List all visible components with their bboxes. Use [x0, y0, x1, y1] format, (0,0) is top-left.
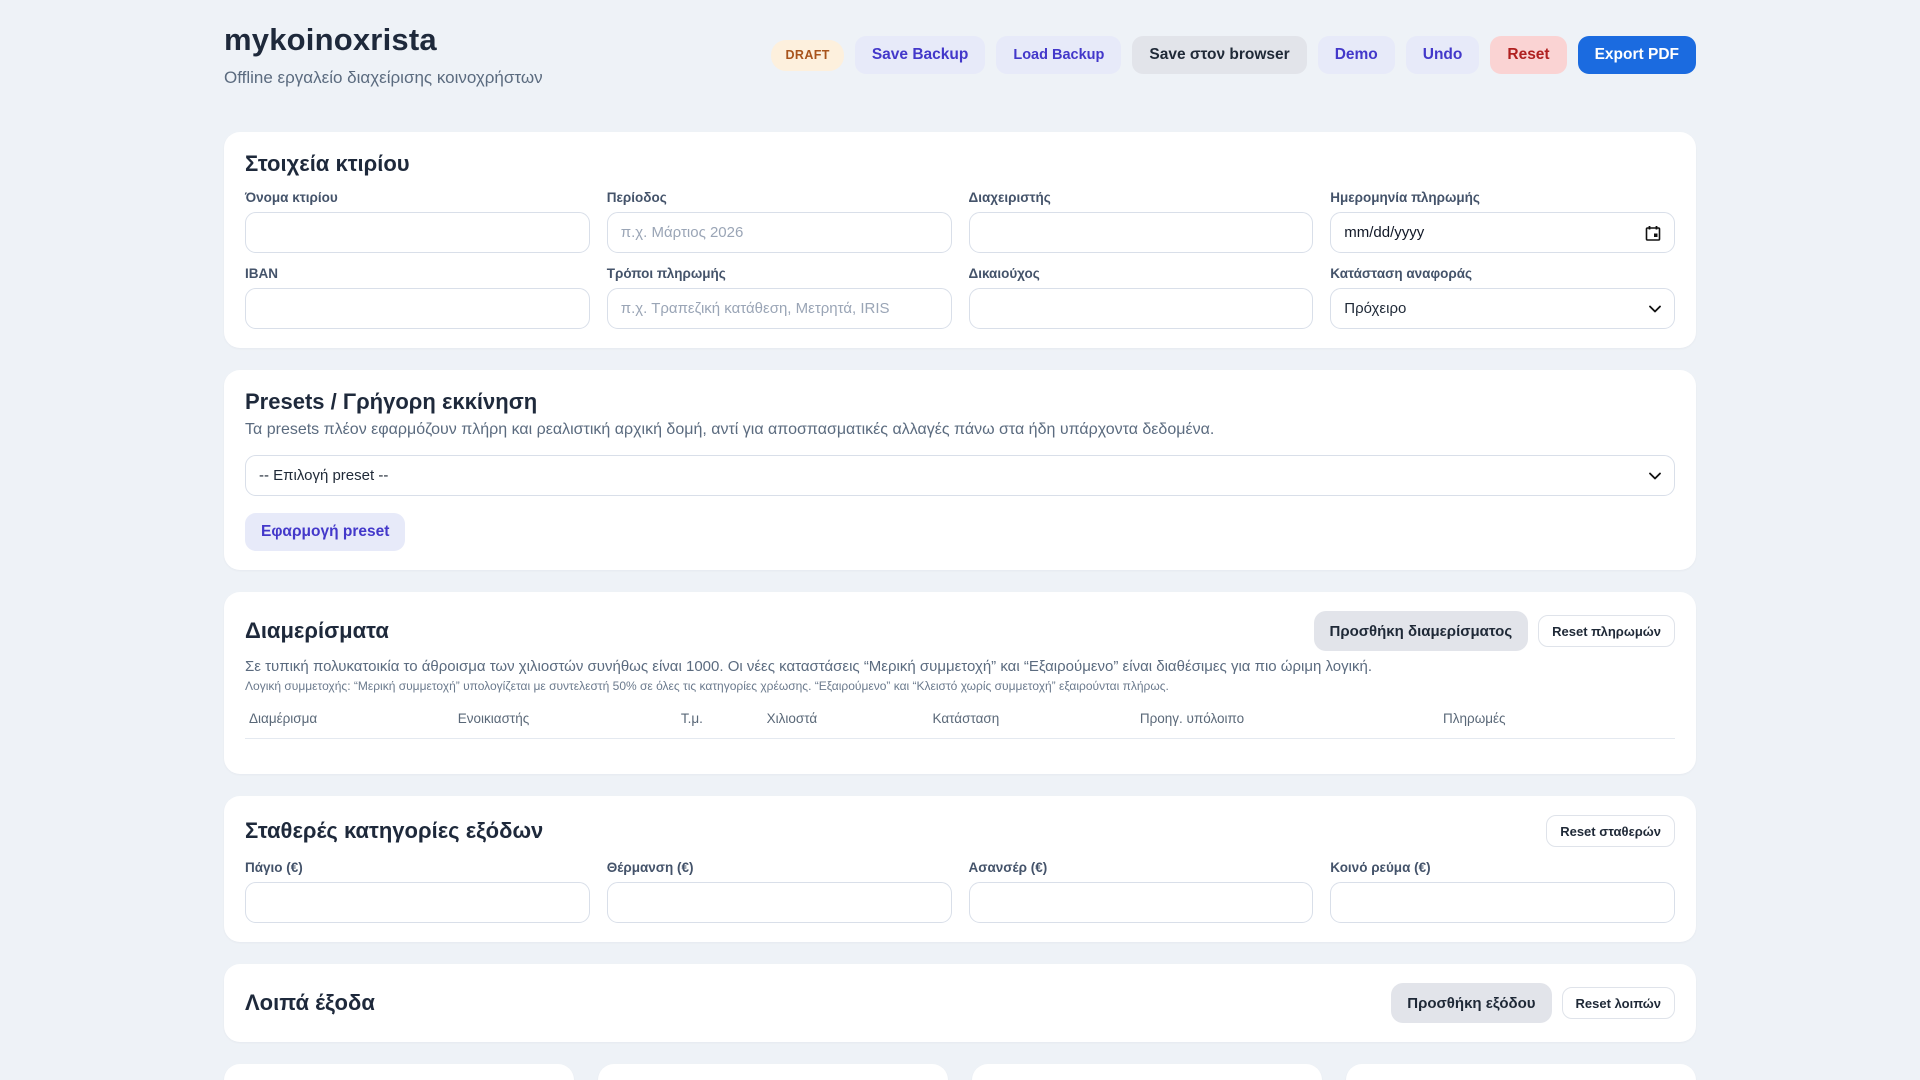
- preset-select-value: -- Επιλογή preset --: [259, 467, 389, 484]
- fixed-expenses-card: Σταθερές κατηγορίες εξόδων Reset σταθερώ…: [224, 796, 1696, 942]
- page-container: mykoinoxrista Offline εργαλείο διαχείρισ…: [224, 0, 1696, 1080]
- manager-input[interactable]: [968, 212, 1314, 253]
- apartments-card-head: Διαμερίσματα Προσθήκη διαμερίσματος Rese…: [245, 611, 1675, 651]
- preset-select[interactable]: -- Επιλογή preset --: [245, 455, 1675, 496]
- summary-card-apartments: Διαμερίσματα 0: [224, 1064, 574, 1080]
- iban-input[interactable]: [245, 288, 590, 329]
- report-status-label: Κατάσταση αναφοράς: [1330, 266, 1473, 281]
- chevron-down-icon: [1649, 472, 1661, 479]
- fixed-expenses-card-title: Σταθερές κατηγορίες εξόδων: [245, 818, 544, 843]
- iban-label: IBAN: [245, 266, 278, 281]
- apartments-description: Σε τυπική πολυκατοικία το άθροισμα των χ…: [245, 658, 1372, 675]
- presets-card: Presets / Γρήγορη εκκίνηση Τα presets πλ…: [224, 370, 1696, 570]
- reset-button[interactable]: Reset: [1490, 36, 1567, 74]
- column-header-sqm: Τ.μ.: [676, 707, 763, 739]
- chevron-down-icon: [1649, 305, 1661, 312]
- beneficiary-input[interactable]: [968, 288, 1314, 329]
- apartments-card-title: Διαμερίσματα: [245, 618, 389, 643]
- heating-input[interactable]: [606, 882, 952, 923]
- payment-date-field: Ημερομηνία πληρωμής mm/dd/yyyy: [1330, 190, 1675, 253]
- standing-charge-input[interactable]: [245, 882, 590, 923]
- demo-button[interactable]: Demo: [1317, 36, 1395, 74]
- manager-field: Διαχειριστής: [968, 190, 1314, 253]
- heating-field: Θέρμανση (€): [606, 860, 952, 923]
- beneficiary-field: Δικαιούχος: [968, 266, 1314, 329]
- payment-methods-field: Τρόποι πληρωμής: [606, 266, 952, 329]
- column-header-status: Κατάσταση: [928, 707, 1136, 739]
- apply-preset-button[interactable]: Εφαρμογή preset: [245, 513, 406, 551]
- apartments-table-header-row: Διαμέρισμα Ενοικιαστής Τ.μ. Χιλιοστά Κατ…: [245, 707, 1675, 739]
- elevator-label: Ασανσέρ (€): [968, 860, 1048, 875]
- page-subtitle: Offline εργαλείο διαχείρισης κοινοχρήστω…: [224, 68, 543, 87]
- presets-card-title: Presets / Γρήγορη εκκίνηση: [245, 389, 538, 414]
- apartments-head-buttons: Προσθήκη διαμερίσματος Reset πληρωμών: [1313, 611, 1675, 651]
- common-electricity-label: Κοινό ρεύμα (€): [1330, 860, 1431, 875]
- column-header-prev-balance: Προηγ. υπόλοιπο: [1135, 707, 1440, 739]
- column-header-thousandths: Χιλιοστά: [762, 707, 929, 739]
- payment-date-value: mm/dd/yyyy: [1344, 224, 1425, 241]
- building-name-field: Όνομα κτιρίου: [245, 190, 590, 253]
- summary-card-total-charges: Σύνολο νέων χρεώσεων 0,00 €: [972, 1064, 1322, 1080]
- iban-field: IBAN: [245, 266, 590, 329]
- other-expenses-head-buttons: Προσθήκη εξόδου Reset λοιπών: [1391, 983, 1675, 1023]
- period-field: Περίοδος: [606, 190, 952, 253]
- save-backup-button[interactable]: Save Backup: [854, 36, 986, 74]
- column-header-apartment: Διαμέρισμα: [245, 707, 454, 739]
- status-badge: DRAFT: [771, 39, 844, 71]
- fixed-expenses-grid: Πάγιο (€) Θέρμανση (€) Ασανσέρ (€) Κοινό…: [245, 847, 1675, 923]
- standing-charge-field: Πάγιο (€): [245, 860, 590, 923]
- building-name-label: Όνομα κτιρίου: [245, 190, 338, 205]
- elevator-field: Ασανσέρ (€): [968, 860, 1314, 923]
- app-header: mykoinoxrista Offline εργαλείο διαχείρισ…: [224, 22, 1696, 88]
- save-browser-button[interactable]: Save στον browser: [1132, 36, 1307, 74]
- summary-card-total-thousandths: Σύνολο χιλιοστών 0 Συνήθως πρέπει να είν…: [1346, 1064, 1696, 1080]
- calendar-icon: [1645, 225, 1661, 241]
- add-expense-button[interactable]: Προσθήκη εξόδου: [1391, 983, 1552, 1023]
- reset-payments-button[interactable]: Reset πληρωμών: [1538, 615, 1675, 647]
- header-actions: DRAFT Save Backup Load Backup Save στον …: [771, 36, 1696, 74]
- fixed-expenses-card-head: Σταθερές κατηγορίες εξόδων Reset σταθερώ…: [245, 815, 1675, 847]
- manager-label: Διαχειριστής: [968, 190, 1051, 205]
- column-header-payments: Πληρωμές: [1439, 707, 1675, 739]
- presets-description: Τα presets πλέον εφαρμόζουν πλήρη και ρε…: [245, 421, 1215, 438]
- other-expenses-card-head: Λοιπά έξοδα Προσθήκη εξόδου Reset λοιπών: [245, 983, 1675, 1023]
- report-status-value: Πρόχειρο: [1344, 300, 1407, 317]
- app-header-text: mykoinoxrista Offline εργαλείο διαχείρισ…: [224, 22, 543, 88]
- beneficiary-label: Δικαιούχος: [968, 266, 1040, 281]
- report-status-field: Κατάσταση αναφοράς Πρόχειρο: [1330, 266, 1675, 329]
- building-name-input[interactable]: [245, 212, 590, 253]
- apartments-card: Διαμερίσματα Προσθήκη διαμερίσματος Rese…: [224, 592, 1696, 774]
- common-electricity-field: Κοινό ρεύμα (€): [1330, 860, 1675, 923]
- add-apartment-button[interactable]: Προσθήκη διαμερίσματος: [1313, 611, 1529, 651]
- payment-methods-input[interactable]: [606, 288, 952, 329]
- export-pdf-button[interactable]: Export PDF: [1577, 36, 1696, 74]
- report-status-select[interactable]: Πρόχειρο: [1330, 288, 1675, 329]
- reset-other-button[interactable]: Reset λοιπών: [1561, 987, 1675, 1019]
- apartments-table: Διαμέρισμα Ενοικιαστής Τ.μ. Χιλιοστά Κατ…: [245, 707, 1675, 739]
- undo-button[interactable]: Undo: [1405, 36, 1480, 74]
- load-backup-button[interactable]: Load Backup: [996, 36, 1122, 74]
- payment-methods-label: Τρόποι πληρωμής: [606, 266, 726, 281]
- building-details-card: Στοιχεία κτιρίου Όνομα κτιρίου Περίοδος …: [224, 132, 1696, 348]
- apartments-table-empty-space: [245, 739, 1675, 755]
- building-fields-grid: Όνομα κτιρίου Περίοδος Διαχειριστής Ημερ…: [245, 177, 1675, 329]
- other-expenses-card-title: Λοιπά έξοδα: [245, 990, 375, 1015]
- period-label: Περίοδος: [606, 190, 667, 205]
- summary-row: Διαμερίσματα 0 Λοιπά έξοδα 0 Σύνολο νέων…: [224, 1064, 1696, 1080]
- reset-fixed-button[interactable]: Reset σταθερών: [1546, 815, 1675, 847]
- period-input[interactable]: [606, 212, 952, 253]
- building-card-title: Στοιχεία κτιρίου: [245, 151, 410, 176]
- page-title: mykoinoxrista: [224, 22, 437, 57]
- standing-charge-label: Πάγιο (€): [245, 860, 303, 875]
- apartments-note: Λογική συμμετοχής: “Μερική συμμετοχή” υπ…: [245, 679, 1169, 693]
- payment-date-label: Ημερομηνία πληρωμής: [1330, 190, 1480, 205]
- summary-card-other-expenses: Λοιπά έξοδα 0: [598, 1064, 948, 1080]
- other-expenses-card: Λοιπά έξοδα Προσθήκη εξόδου Reset λοιπών: [224, 964, 1696, 1042]
- elevator-input[interactable]: [968, 882, 1314, 923]
- column-header-tenant: Ενοικιαστής: [453, 707, 677, 739]
- common-electricity-input[interactable]: [1330, 882, 1675, 923]
- heating-label: Θέρμανση (€): [606, 860, 694, 875]
- payment-date-input[interactable]: mm/dd/yyyy: [1330, 212, 1675, 253]
